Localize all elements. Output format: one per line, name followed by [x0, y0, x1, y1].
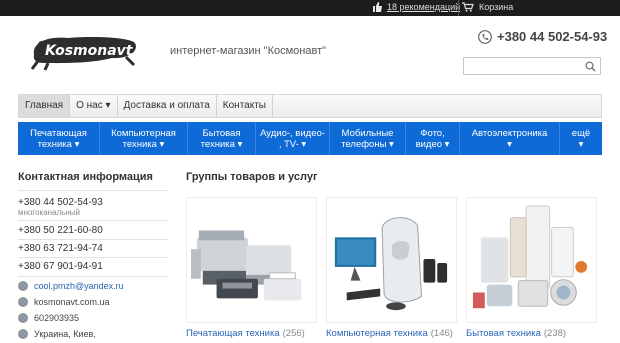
- contact-icq: 602903935: [18, 313, 79, 323]
- contact-site: kosmonavt.com.ua: [18, 297, 110, 307]
- cart-icon: [462, 2, 474, 12]
- site-url: kosmonavt.com.ua: [34, 297, 110, 307]
- group-link-computers[interactable]: Компьютерная техника: [326, 328, 428, 339]
- group-caption: Бытовая техника (238): [466, 328, 566, 339]
- category-mobile[interactable]: Мобильные телефоны ▾: [330, 122, 406, 155]
- thumbs-up-icon: [373, 2, 382, 12]
- recommendations-label[interactable]: 18 рекомендаций: [387, 2, 460, 12]
- site-tagline: интернет-магазин "Космонавт": [170, 45, 327, 57]
- divider: [18, 276, 168, 277]
- site-logo[interactable]: Kosmonavt: [28, 31, 140, 71]
- cart-label[interactable]: Корзина: [479, 2, 513, 12]
- contact-info-title: Контактная информация: [18, 171, 153, 183]
- category-auto[interactable]: Автоэлектроника ▾: [460, 122, 560, 155]
- category-photo-video[interactable]: Фото, видео ▾: [406, 122, 460, 155]
- category-computers[interactable]: Компьютерная техника ▾: [100, 122, 188, 155]
- phone-icon: [478, 29, 492, 44]
- product-group-card-computers[interactable]: [326, 197, 457, 323]
- category-printing[interactable]: Печатающая техника ▾: [18, 122, 100, 155]
- svg-text:Kosmonavt: Kosmonavt: [45, 43, 134, 59]
- category-more[interactable]: ещё ▾: [560, 122, 602, 155]
- location-icon: [18, 329, 28, 339]
- header-phone: +380 44 502-54-93: [478, 29, 607, 44]
- contact-address: Украина, Киев,: [18, 329, 96, 339]
- kosmonavt-logo-icon: Kosmonavt: [30, 37, 136, 71]
- computers-image: [334, 217, 448, 311]
- address-text: Украина, Киев,: [34, 329, 96, 339]
- icq-icon: [18, 313, 28, 323]
- category-label: Печатающая: [30, 127, 87, 139]
- category-label: техника ▾: [122, 138, 165, 150]
- email-icon: [18, 281, 28, 291]
- divider: [18, 190, 168, 191]
- category-label: телефоны ▾: [341, 138, 394, 150]
- divider: [18, 257, 168, 258]
- header-phone-number: +380 44 502-54-93: [497, 29, 608, 44]
- group-link-appliances[interactable]: Бытовая техника: [466, 328, 541, 339]
- category-label: Мобильные: [341, 127, 394, 139]
- group-caption: Компьютерная техника (146): [326, 328, 453, 339]
- topbar-divider: [458, 0, 459, 16]
- product-group-card-printing[interactable]: [186, 197, 317, 323]
- contact-phone: +380 63 721-94-74: [18, 243, 103, 254]
- cart-link[interactable]: Корзина: [462, 2, 513, 12]
- group-link-printing[interactable]: Печатающая техника: [186, 328, 280, 339]
- appliances-image: [472, 205, 588, 309]
- category-label: ▾: [578, 138, 584, 150]
- category-label: техника ▾: [37, 138, 80, 150]
- recommendations-link[interactable]: 18 рекомендаций: [372, 2, 460, 12]
- email-link[interactable]: cool.pmzh@yandex.ru: [34, 281, 124, 291]
- category-label: Автоэлектроника: [471, 127, 548, 139]
- category-label: ▾: [507, 138, 512, 150]
- group-caption: Печатающая техника (256): [186, 328, 305, 339]
- category-nav: Печатающая техника ▾ Компьютерная техника …: [18, 122, 602, 155]
- nav-delivery[interactable]: Доставка и оплата: [118, 95, 217, 117]
- contact-phone: +380 67 901-94-91: [18, 261, 103, 272]
- search-icon[interactable]: [585, 61, 596, 72]
- icq-number: 602903935: [34, 313, 80, 323]
- nav-home[interactable]: Главная: [19, 95, 71, 117]
- product-groups-title: Группы товаров и услуг: [186, 171, 318, 183]
- category-appliances[interactable]: Бытовая техника ▾: [188, 122, 256, 155]
- category-audio-video[interactable]: Аудио-, видео-, TV- ▾: [256, 122, 330, 155]
- category-label: видео ▾: [415, 138, 450, 150]
- category-label: ещё: [571, 127, 591, 139]
- search-input[interactable]: [463, 57, 601, 75]
- category-label: Фото,: [420, 127, 445, 139]
- group-count: (256): [282, 328, 305, 339]
- divider: [18, 220, 168, 221]
- category-label: Компьютерная: [111, 127, 176, 139]
- category-label: техника ▾: [200, 138, 243, 150]
- category-label: Бытовая: [202, 127, 241, 139]
- group-count: (146): [430, 328, 453, 339]
- group-count: (238): [543, 328, 567, 339]
- category-label: , TV- ▾: [278, 138, 307, 150]
- product-group-card-appliances[interactable]: [466, 197, 597, 323]
- primary-nav: Главная О нас ▾ Доставка и оплата Контак…: [18, 94, 602, 118]
- nav-contacts[interactable]: Контакты: [217, 95, 273, 117]
- contact-phone: +380 50 221-60-80: [18, 225, 103, 236]
- contact-email: cool.pmzh@yandex.ru: [18, 281, 124, 291]
- contact-phone: +380 44 502-54-93: [18, 197, 103, 208]
- category-label: Аудио-, видео-: [260, 127, 325, 139]
- divider: [18, 239, 168, 240]
- phone-note: многоканальный: [18, 208, 81, 217]
- printers-image: [190, 230, 302, 301]
- nav-about[interactable]: О нас ▾: [70, 95, 118, 117]
- globe-icon: [18, 297, 28, 307]
- top-bar: 18 рекомендаций Корзина: [0, 0, 620, 16]
